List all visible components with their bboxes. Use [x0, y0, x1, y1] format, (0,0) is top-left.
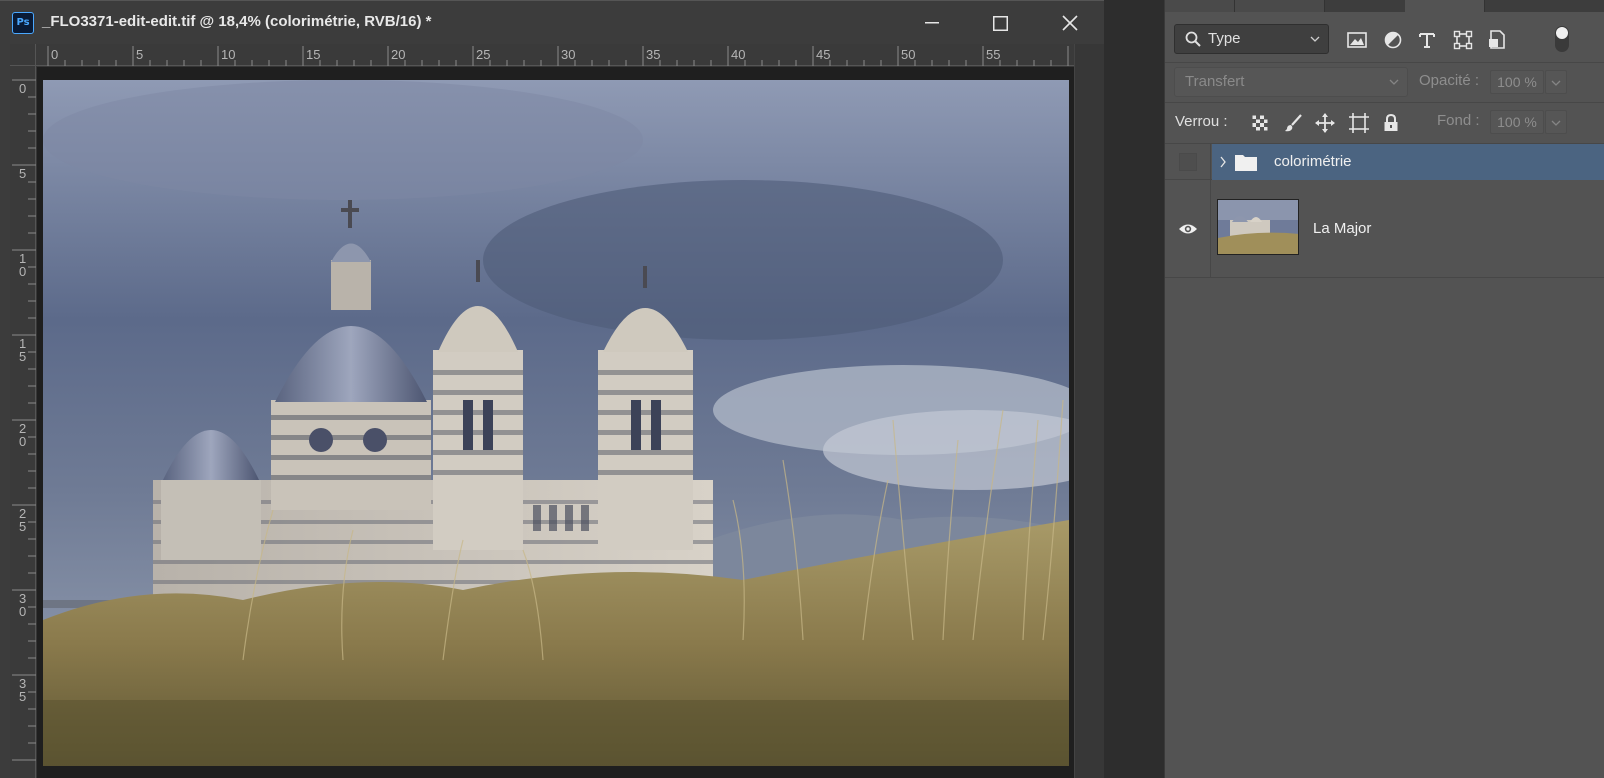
chevron-down-icon	[1551, 120, 1561, 126]
layers-panel: Type Transfert Opacité: 100 % Verrou: …	[1164, 0, 1604, 778]
type-filter-button[interactable]	[1415, 28, 1439, 52]
smart-object-filter-icon	[1489, 30, 1505, 49]
lock-artboard-icon	[1349, 113, 1369, 133]
photoshop-logo-icon: Ps	[12, 12, 34, 34]
vertical-ruler[interactable]: 05101520253035	[10, 66, 36, 778]
ruler-label: 0	[19, 604, 26, 619]
ruler-label: 55	[986, 47, 1000, 62]
lock-pixels-icon	[1285, 114, 1302, 132]
canvas-image[interactable]	[43, 80, 1069, 766]
filter-toggle[interactable]	[1555, 26, 1569, 52]
visibility-toggle[interactable]	[1165, 144, 1211, 179]
lock-position-icon	[1315, 113, 1335, 133]
visibility-toggle[interactable]	[1165, 180, 1211, 277]
ruler-label: 45	[816, 47, 830, 62]
lock-transparency-icon	[1252, 115, 1268, 131]
layer-filter-row: Type	[1165, 20, 1604, 60]
chevron-right-icon[interactable]	[1219, 156, 1227, 168]
maximize-icon	[992, 15, 1008, 31]
ruler-label: 25	[476, 47, 490, 62]
layer-filter-select[interactable]: Type	[1174, 24, 1329, 54]
type-filter-icon	[1419, 33, 1435, 48]
maximize-button[interactable]	[980, 7, 1020, 39]
folder-icon	[1235, 155, 1257, 171]
panel-tab[interactable]	[1235, 0, 1325, 12]
chevron-down-icon	[1310, 36, 1320, 42]
ruler-label: 0	[19, 434, 26, 449]
lock-all-icon	[1384, 114, 1398, 131]
ruler-label: 5	[19, 689, 26, 704]
panel-tab-strip	[1165, 0, 1604, 12]
shape-filter-button[interactable]	[1451, 28, 1475, 52]
ruler-label: 40	[731, 47, 745, 62]
ruler-label: 0	[19, 264, 26, 279]
shape-filter-icon	[1453, 30, 1473, 50]
ruler-label: 35	[646, 47, 660, 62]
layer-list: colorimétrie La Major	[1165, 143, 1604, 778]
ruler-label: 0	[19, 81, 26, 96]
toggle-knob	[1556, 27, 1568, 39]
lock-artboard-button[interactable]	[1347, 111, 1371, 135]
blend-mode-value: Transfert	[1185, 73, 1245, 90]
ruler-label: 10	[221, 47, 235, 62]
ruler-origin[interactable]	[10, 44, 36, 66]
document-title: _FLO3371-edit-edit.tif @ 18,4% (colorimé…	[42, 13, 432, 30]
blend-opacity-row: Transfert Opacité : 100 %	[1165, 62, 1604, 102]
fill-dropdown-button[interactable]	[1545, 110, 1567, 134]
lock-position-button[interactable]	[1313, 111, 1337, 135]
adjustment-filter-button[interactable]	[1381, 28, 1405, 52]
ruler-label: 5	[19, 166, 26, 181]
search-icon	[1185, 31, 1201, 47]
ruler-label: 5	[19, 519, 26, 534]
ruler-label: 15	[306, 47, 320, 62]
ruler-label: 0	[51, 47, 58, 62]
layer-thumbnail[interactable]	[1217, 199, 1299, 255]
eye-icon	[1178, 224, 1197, 233]
close-button[interactable]	[1050, 7, 1090, 39]
selected-layer-highlight[interactable]: colorimétrie	[1212, 144, 1604, 180]
layer-row-group[interactable]: colorimétrie	[1165, 144, 1604, 180]
document-window: Ps _FLO3371-edit-edit.tif @ 18,4% (color…	[0, 0, 1104, 778]
adjustment-filter-icon	[1384, 31, 1402, 49]
lock-pixels-button[interactable]	[1281, 111, 1305, 135]
lock-fill-row: Verrou : Fond: 100 %	[1165, 102, 1604, 142]
window-right-edge	[1074, 44, 1104, 778]
close-icon	[1062, 15, 1078, 31]
minimize-button[interactable]	[912, 7, 952, 39]
workspace-gap	[1104, 0, 1164, 778]
panel-tab-active[interactable]	[1405, 0, 1485, 12]
image-filter-icon	[1347, 32, 1367, 48]
window-left-edge	[0, 44, 10, 778]
blend-mode-select[interactable]: Transfert	[1174, 67, 1408, 97]
opacity-label: Opacité :	[1419, 72, 1480, 89]
ruler-label: 30	[561, 47, 575, 62]
opacity-input[interactable]: 100 %	[1490, 70, 1544, 94]
panel-tab[interactable]	[1165, 0, 1235, 12]
fill-label: Fond :	[1437, 112, 1480, 129]
minimize-icon	[925, 22, 939, 24]
lock-transparency-button[interactable]	[1248, 111, 1272, 135]
ruler-label: 5	[19, 349, 26, 364]
smart-object-filter-button[interactable]	[1485, 28, 1509, 52]
layer-row-pixel[interactable]: La Major	[1165, 180, 1604, 278]
chevron-down-icon	[1389, 79, 1399, 85]
layer-filter-label: Type	[1208, 30, 1241, 47]
fill-input[interactable]: 100 %	[1490, 110, 1544, 134]
chevron-down-icon	[1551, 80, 1561, 86]
document-title-bar[interactable]: Ps _FLO3371-edit-edit.tif @ 18,4% (color…	[0, 0, 1104, 44]
ruler-label: 5	[136, 47, 143, 62]
lock-label: Verrou :	[1175, 113, 1228, 130]
image-filter-button[interactable]	[1345, 28, 1369, 52]
horizontal-ruler[interactable]: 0 5 10 15 20 25 30 35 40 45 50 55	[10, 44, 1104, 66]
ruler-label: 50	[901, 47, 915, 62]
visibility-off-box	[1178, 152, 1197, 171]
layer-name: La Major	[1313, 220, 1372, 237]
opacity-dropdown-button[interactable]	[1545, 70, 1567, 94]
lock-all-button[interactable]	[1379, 111, 1403, 135]
ruler-label: 20	[391, 47, 405, 62]
layer-name: colorimétrie	[1274, 153, 1352, 170]
